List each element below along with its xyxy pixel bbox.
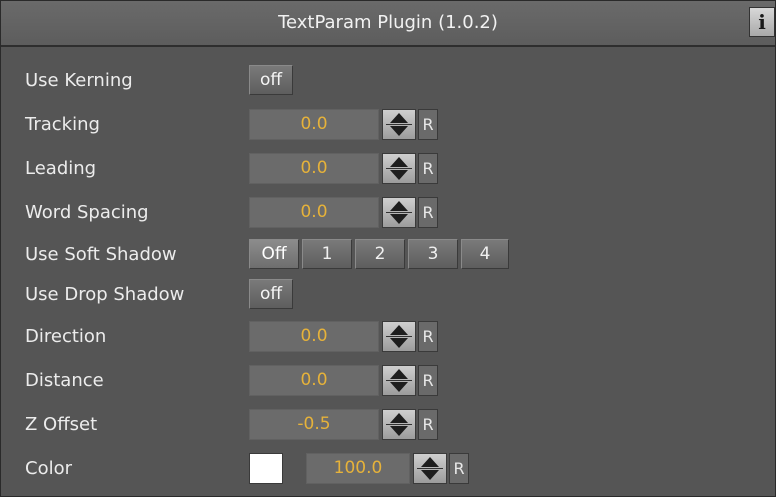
row-color: Color 100.0 R [1,449,776,489]
distance-stepper[interactable] [382,365,416,396]
soft-shadow-option-1[interactable]: 1 [302,239,352,269]
arrow-up-icon[interactable] [390,201,408,211]
distance-reset-button[interactable]: R [418,365,438,396]
arrow-down-icon[interactable] [390,126,408,136]
z-offset-reset-button[interactable]: R [418,409,438,440]
stepper-divider [386,124,412,125]
arrow-down-icon[interactable] [390,170,408,180]
stepper-divider [417,468,443,469]
tracking-label: Tracking [25,114,100,135]
use-kerning-toggle[interactable]: off [249,65,293,95]
plugin-panel: TextParam Plugin (1.0.2) i Use Kerning o… [0,0,776,497]
leading-stepper[interactable] [382,153,416,184]
stepper-divider [386,168,412,169]
arrow-up-icon[interactable] [421,457,439,467]
z-offset-label: Z Offset [25,414,98,435]
tracking-field[interactable]: 0.0 [249,109,379,140]
stepper-divider [386,424,412,425]
soft-shadow-option-3[interactable]: 3 [408,239,458,269]
row-leading: Leading 0.0 R [1,149,776,189]
arrow-up-icon[interactable] [390,157,408,167]
leading-reset-button[interactable]: R [418,153,438,184]
use-drop-shadow-toggle[interactable]: off [249,279,293,309]
word-spacing-field[interactable]: 0.0 [249,197,379,228]
direction-stepper[interactable] [382,321,416,352]
arrow-up-icon[interactable] [390,413,408,423]
row-use-kerning: Use Kerning off [1,61,776,101]
arrow-down-icon[interactable] [390,382,408,392]
tracking-reset-button[interactable]: R [418,109,438,140]
color-alpha-field[interactable]: 100.0 [306,453,410,484]
color-swatch[interactable] [249,453,283,484]
z-offset-field[interactable]: -0.5 [249,409,379,440]
row-use-drop-shadow: Use Drop Shadow off [1,275,776,315]
arrow-down-icon[interactable] [421,470,439,480]
stepper-divider [386,380,412,381]
distance-field[interactable]: 0.0 [249,365,379,396]
soft-shadow-option-off[interactable]: Off [249,239,299,269]
word-spacing-stepper[interactable] [382,197,416,228]
row-distance: Distance 0.0 R [1,361,776,401]
arrow-up-icon[interactable] [390,369,408,379]
stepper-divider [386,212,412,213]
direction-reset-button[interactable]: R [418,321,438,352]
word-spacing-label: Word Spacing [25,202,149,223]
leading-label: Leading [25,158,97,179]
row-word-spacing: Word Spacing 0.0 R [1,193,776,233]
word-spacing-reset-button[interactable]: R [418,197,438,228]
arrow-up-icon[interactable] [390,113,408,123]
color-alpha-stepper[interactable] [413,453,447,484]
color-reset-button[interactable]: R [449,453,469,484]
row-direction: Direction 0.0 R [1,317,776,357]
info-icon[interactable]: i [749,7,775,37]
use-drop-shadow-label: Use Drop Shadow [25,284,185,305]
title-bar: TextParam Plugin (1.0.2) i [1,1,775,47]
z-offset-stepper[interactable] [382,409,416,440]
arrow-down-icon[interactable] [390,426,408,436]
arrow-down-icon[interactable] [390,214,408,224]
arrow-up-icon[interactable] [390,325,408,335]
row-z-offset: Z Offset -0.5 R [1,405,776,445]
direction-field[interactable]: 0.0 [249,321,379,352]
direction-label: Direction [25,326,107,347]
soft-shadow-option-2[interactable]: 2 [355,239,405,269]
panel-title: TextParam Plugin (1.0.2) [278,12,498,33]
leading-field[interactable]: 0.0 [249,153,379,184]
soft-shadow-option-4[interactable]: 4 [461,239,509,269]
row-use-soft-shadow: Use Soft Shadow Off 1 2 3 4 [1,235,776,275]
arrow-down-icon[interactable] [390,338,408,348]
use-kerning-label: Use Kerning [25,70,133,91]
distance-label: Distance [25,370,104,391]
stepper-divider [386,336,412,337]
tracking-stepper[interactable] [382,109,416,140]
row-tracking: Tracking 0.0 R [1,105,776,145]
color-label: Color [25,458,72,479]
use-soft-shadow-label: Use Soft Shadow [25,244,177,265]
